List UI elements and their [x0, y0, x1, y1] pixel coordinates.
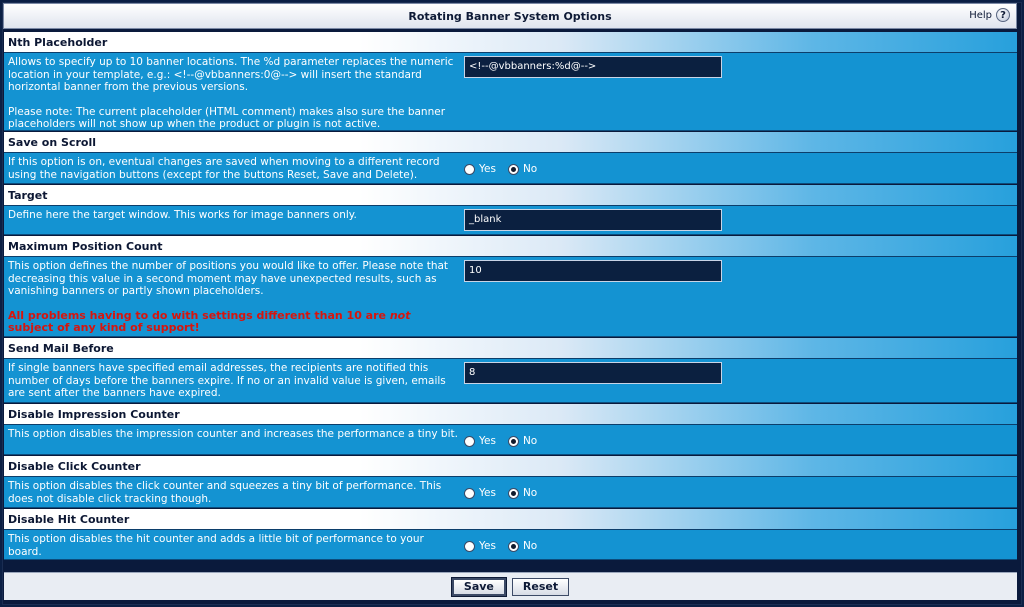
description-text: If single banners have specified email a…	[8, 362, 446, 399]
disable-hit-counter-radio-group: Yes No	[464, 533, 537, 552]
disable-hit-counter-yes[interactable]: Yes	[464, 540, 496, 552]
disable-click-counter-yes[interactable]: Yes	[464, 487, 496, 499]
disable-impression-counter-radio-group: Yes No	[464, 428, 537, 447]
description-text: This option disables the click counter a…	[8, 480, 442, 505]
option-control: 10	[462, 257, 1017, 336]
help-link[interactable]: Help ?	[969, 8, 1010, 22]
description-text: This option disables the impression coun…	[8, 428, 458, 440]
description-text: This option defines the number of positi…	[8, 260, 449, 297]
support-warning: All problems having to do with settings …	[8, 308, 411, 334]
option-control: Yes No	[462, 530, 1017, 559]
option-control: Yes No	[462, 477, 1017, 507]
section-header-maximum-position-count: Maximum Position Count	[4, 236, 1017, 257]
radio-yes-icon[interactable]	[464, 487, 475, 499]
option-control: Yes No	[462, 153, 1017, 183]
option-row-target: Define here the target window. This work…	[4, 206, 1017, 235]
disable-hit-counter-no[interactable]: No	[507, 540, 537, 552]
radio-yes-icon[interactable]	[464, 540, 475, 552]
save-on-scroll-radio-group: Yes No	[464, 156, 537, 175]
section-header-target: Target	[4, 185, 1017, 206]
option-description: This option disables the impression coun…	[4, 425, 462, 454]
option-row-save-on-scroll: If this option is on, eventual changes a…	[4, 153, 1017, 184]
section-header-disable-hit-counter: Disable Hit Counter	[4, 509, 1017, 530]
option-control: 8	[462, 359, 1017, 402]
disable-click-counter-radio-group: Yes No	[464, 480, 537, 499]
option-row-maximum-position-count: This option defines the number of positi…	[4, 257, 1017, 337]
option-control: _blank	[462, 206, 1017, 234]
nth-placeholder-input[interactable]: <!--@vbbanners:%d@-->	[464, 56, 722, 78]
section-header-disable-click-counter: Disable Click Counter	[4, 456, 1017, 477]
save-on-scroll-yes[interactable]: Yes	[464, 163, 496, 175]
option-description: This option disables the click counter a…	[4, 477, 462, 507]
window-title: Rotating Banner System Options	[408, 9, 612, 23]
reset-button[interactable]: Reset	[511, 577, 570, 596]
option-description: If this option is on, eventual changes a…	[4, 153, 462, 183]
disable-impression-counter-yes[interactable]: Yes	[464, 435, 496, 447]
option-control: <!--@vbbanners:%d@-->	[462, 53, 1017, 130]
section-header-send-mail-before: Send Mail Before	[4, 338, 1017, 359]
target-input[interactable]: _blank	[464, 209, 722, 231]
radio-no-icon[interactable]	[507, 435, 519, 447]
section-header-save-on-scroll: Save on Scroll	[4, 132, 1017, 153]
section-header-disable-impression-counter: Disable Impression Counter	[4, 404, 1017, 425]
window-titlebar: Rotating Banner System Options Help ?	[3, 3, 1017, 29]
option-row-disable-click-counter: This option disables the click counter a…	[4, 477, 1017, 508]
description-text: Allows to specify up to 10 banner locati…	[8, 56, 454, 93]
save-button[interactable]: Save	[450, 576, 507, 597]
option-description: Define here the target window. This work…	[4, 206, 462, 234]
option-row-disable-impression-counter: This option disables the impression coun…	[4, 425, 1017, 455]
disable-click-counter-no[interactable]: No	[507, 487, 537, 499]
maximum-position-count-input[interactable]: 10	[464, 260, 722, 282]
radio-yes-icon[interactable]	[464, 163, 475, 175]
option-row-send-mail-before: If single banners have specified email a…	[4, 359, 1017, 403]
send-mail-before-input[interactable]: 8	[464, 362, 722, 384]
section-header-nth-placeholder: Nth Placeholder	[4, 32, 1017, 53]
form-footer: Save Reset	[4, 572, 1017, 600]
disable-impression-counter-no[interactable]: No	[507, 435, 537, 447]
description-text: Define here the target window. This work…	[8, 209, 357, 221]
option-description: If single banners have specified email a…	[4, 359, 462, 402]
description-text: This option disables the hit counter and…	[8, 533, 424, 558]
description-note: Please note: The current placeholder (HT…	[8, 105, 446, 131]
radio-no-icon[interactable]	[507, 163, 519, 175]
option-description: This option disables the hit counter and…	[4, 530, 462, 559]
radio-yes-icon[interactable]	[464, 435, 475, 447]
save-on-scroll-no[interactable]: No	[507, 163, 537, 175]
option-description: This option defines the number of positi…	[4, 257, 462, 336]
option-control: Yes No	[462, 425, 1017, 454]
radio-no-icon[interactable]	[507, 487, 519, 499]
radio-no-icon[interactable]	[507, 540, 519, 552]
help-icon[interactable]: ?	[996, 8, 1010, 22]
help-label: Help	[969, 9, 992, 21]
option-row-nth-placeholder: Allows to specify up to 10 banner locati…	[4, 53, 1017, 131]
options-form: Nth Placeholder Allows to specify up to …	[4, 31, 1017, 560]
description-text: If this option is on, eventual changes a…	[8, 156, 440, 181]
option-row-disable-hit-counter: This option disables the hit counter and…	[4, 530, 1017, 560]
option-description: Allows to specify up to 10 banner locati…	[4, 53, 462, 130]
